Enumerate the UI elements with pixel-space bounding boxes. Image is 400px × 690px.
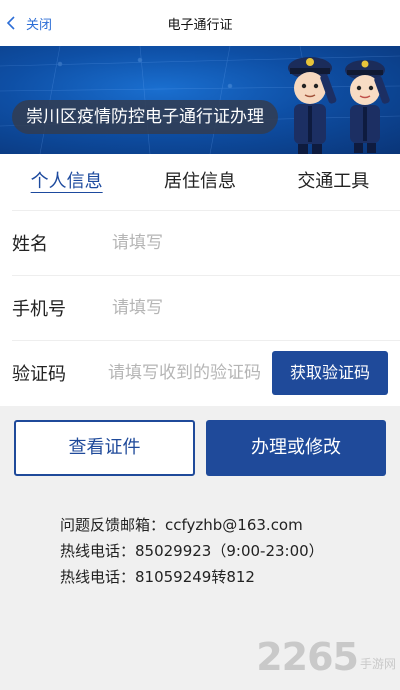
phone-input[interactable]: [112, 298, 331, 318]
banner-title: 崇川区疫情防控电子通行证办理: [12, 100, 278, 134]
tab-bar: 个人信息 居住信息 交通工具: [0, 154, 400, 210]
watermark: 2265 手游网: [256, 638, 396, 676]
tab-personal-info[interactable]: 个人信息: [0, 154, 133, 210]
phone-row: 手机号: [12, 275, 400, 340]
name-input[interactable]: [112, 233, 331, 253]
apply-or-modify-button[interactable]: 办理或修改: [206, 420, 386, 476]
close-label: 关闭: [26, 17, 53, 33]
hotline-1: 热线电话：85029923（9:00-23:00）: [60, 542, 324, 560]
top-bar: 关闭 电子通行证: [0, 0, 400, 46]
feedback-email: 问题反馈邮箱：ccfyzhb@163.com: [60, 516, 303, 534]
code-row: 验证码 获取验证码: [12, 340, 400, 405]
tab-label: 居住信息: [163, 171, 236, 192]
contact-info: 问题反馈邮箱：ccfyzhb@163.com 热线电话：85029923（9:0…: [60, 512, 324, 590]
watermark-text: 手游网: [359, 657, 396, 671]
tab-label: 交通工具: [297, 171, 370, 192]
tab-residence-info[interactable]: 居住信息: [133, 154, 266, 210]
personal-info-form: 姓名 手机号 验证码 获取验证码: [0, 210, 400, 406]
hotline-2: 热线电话：81059249转812: [60, 568, 255, 586]
name-label: 姓名: [12, 234, 48, 255]
code-input[interactable]: [108, 363, 260, 383]
view-certificate-button[interactable]: 查看证件: [14, 420, 195, 476]
police-officers-illustration: [288, 57, 390, 154]
close-button[interactable]: 关闭: [6, 0, 52, 46]
get-code-button[interactable]: 获取验证码: [272, 351, 388, 395]
tab-vehicle[interactable]: 交通工具: [267, 154, 400, 210]
watermark-number: 2265: [256, 635, 359, 679]
banner: 崇川区疫情防控电子通行证办理: [0, 46, 400, 154]
tab-label: 个人信息: [30, 171, 103, 192]
chevron-left-icon: [6, 16, 15, 30]
name-row: 姓名: [12, 210, 400, 275]
code-label: 验证码: [12, 364, 66, 385]
page-title: 电子通行证: [167, 17, 233, 33]
phone-label: 手机号: [12, 299, 66, 320]
